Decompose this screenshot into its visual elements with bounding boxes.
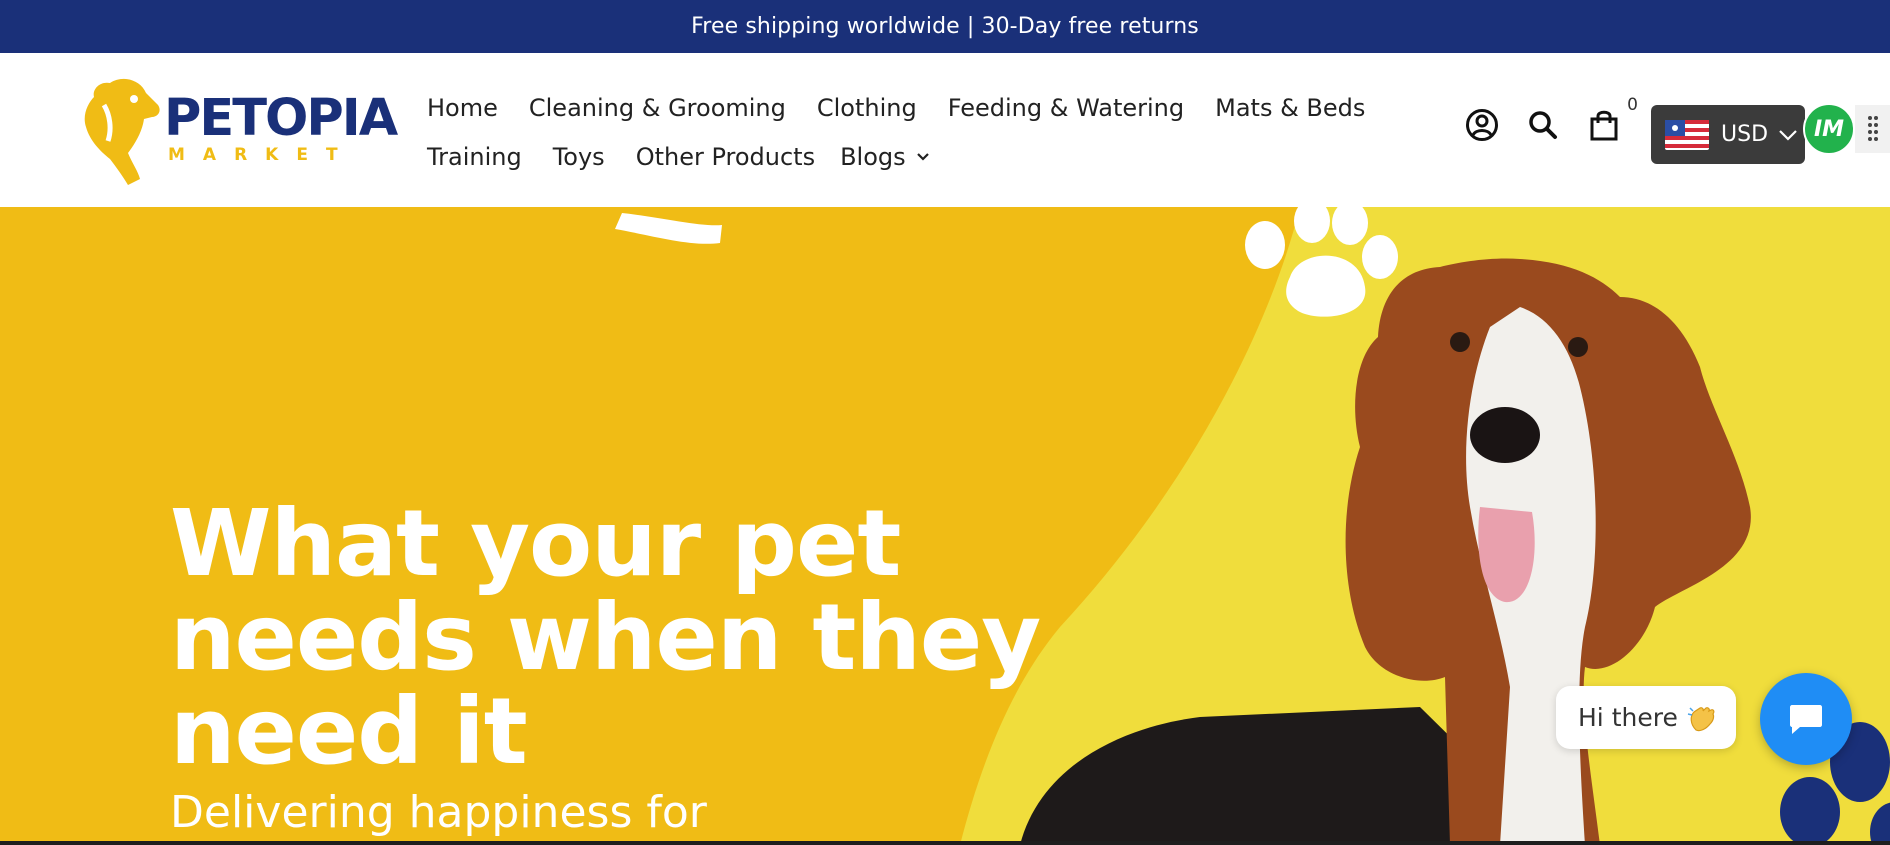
currency-code: USD bbox=[1721, 122, 1769, 147]
nav-row-1: Home Cleaning & Grooming Clothing Feedin… bbox=[427, 83, 1377, 132]
drag-handle[interactable] bbox=[1855, 105, 1890, 153]
cart-count: 0 bbox=[1627, 95, 1638, 115]
us-flag-icon bbox=[1665, 119, 1709, 150]
header-icons: 0 bbox=[1462, 95, 1645, 145]
nav-item-mats-beds[interactable]: Mats & Beds bbox=[1215, 94, 1365, 122]
nav-item-toys[interactable]: Toys bbox=[553, 143, 605, 171]
drag-dots-icon bbox=[1867, 116, 1878, 141]
cart-button[interactable]: 0 bbox=[1584, 95, 1638, 145]
chevron-down-icon bbox=[916, 152, 929, 161]
site-header: PETOPIA MARKET Home Cleaning & Grooming … bbox=[0, 53, 1890, 207]
nav-item-clothing[interactable]: Clothing bbox=[817, 94, 917, 122]
nav-item-other-products[interactable]: Other Products bbox=[636, 143, 815, 171]
main-navigation: Home Cleaning & Grooming Clothing Feedin… bbox=[427, 83, 1377, 181]
account-icon bbox=[1466, 109, 1498, 141]
search-icon bbox=[1529, 111, 1557, 139]
chat-greeting-bubble[interactable]: Hi there bbox=[1556, 686, 1736, 749]
hero-headline-line: need it bbox=[170, 678, 528, 785]
nav-item-blogs-label: Blogs bbox=[840, 142, 906, 171]
search-button[interactable] bbox=[1523, 105, 1563, 145]
nav-item-blogs[interactable]: Blogs bbox=[840, 143, 930, 171]
account-button[interactable] bbox=[1462, 105, 1502, 145]
hero-headline-line: What your pet bbox=[170, 490, 901, 597]
hero-headline: What your pet needs when they need it bbox=[170, 497, 1070, 779]
announcement-bar: Free shipping worldwide | 30-Day free re… bbox=[0, 0, 1890, 53]
chat-greeting-text: Hi there bbox=[1578, 703, 1678, 732]
announcement-text: Free shipping worldwide | 30-Day free re… bbox=[691, 14, 1199, 39]
waving-hand-icon bbox=[1687, 706, 1715, 731]
brand-tagline: MARKET bbox=[168, 145, 356, 165]
nav-item-home[interactable]: Home bbox=[427, 94, 498, 122]
nav-item-training[interactable]: Training bbox=[427, 143, 522, 171]
chat-launcher-button[interactable] bbox=[1760, 673, 1852, 765]
bottom-edge bbox=[0, 841, 1890, 845]
nav-item-cleaning-grooming[interactable]: Cleaning & Grooming bbox=[529, 94, 786, 122]
brand-logo[interactable]: PETOPIA MARKET bbox=[82, 75, 398, 187]
chevron-down-icon bbox=[1779, 129, 1797, 141]
brand-name: PETOPIA bbox=[164, 89, 398, 148]
nav-row-2: Training Toys Other Products Blogs bbox=[427, 132, 1377, 181]
app-badge-text: IM bbox=[1813, 116, 1845, 142]
chat-bubble-icon bbox=[1790, 705, 1822, 734]
hero-banner: What your pet needs when they need it De… bbox=[0, 207, 1890, 845]
nav-item-feeding-watering[interactable]: Feeding & Watering bbox=[948, 94, 1184, 122]
cart-icon bbox=[1590, 110, 1618, 141]
hero-headline-line: needs when they bbox=[170, 584, 1041, 691]
dog-logo-icon bbox=[84, 78, 160, 185]
hero-subheadline: Delivering happiness for bbox=[170, 787, 707, 838]
app-badge[interactable]: IM bbox=[1803, 103, 1855, 155]
currency-selector[interactable]: USD bbox=[1651, 105, 1805, 164]
